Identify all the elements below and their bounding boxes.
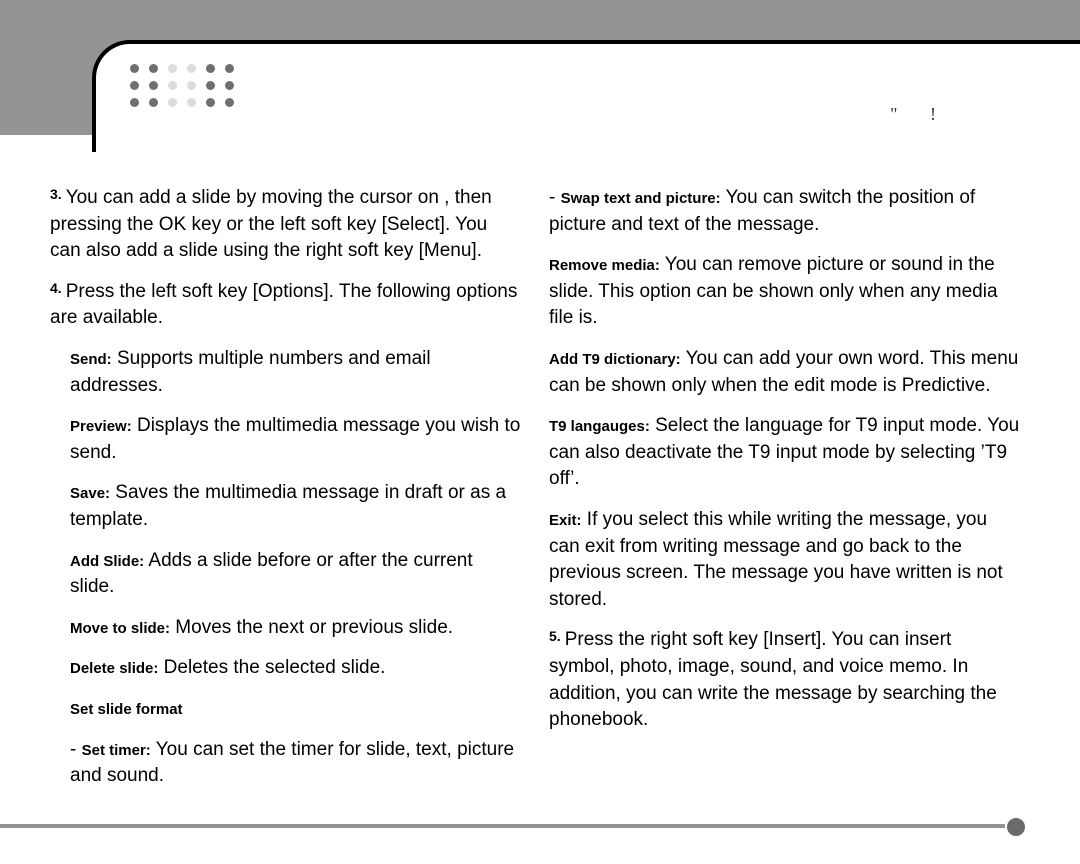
footer-rule bbox=[0, 824, 1005, 828]
opt-add-slide: Add Slide: Adds a slide before or after … bbox=[70, 548, 521, 601]
page-frame bbox=[92, 40, 1080, 152]
column-left: 3.You can add a slide by moving the curs… bbox=[50, 185, 521, 814]
column-right: - Swap text and picture: You can switch … bbox=[549, 185, 1020, 814]
opt-add-t9: Add T9 dictionary: You can add your own … bbox=[549, 346, 1020, 399]
step-5: 5.Press the right soft key [Insert]. You… bbox=[549, 627, 1020, 733]
header-mark: " ! bbox=[890, 104, 950, 125]
opt-delete-slide: Delete slide: Deletes the selected slide… bbox=[70, 655, 521, 682]
opt-save: Save: Saves the multimedia message in dr… bbox=[70, 480, 521, 533]
opt-t9-languages: T9 langauges: Select the language for T9… bbox=[549, 413, 1020, 493]
opt-set-timer: - Set timer: You can set the timer for s… bbox=[70, 737, 521, 790]
opt-preview: Preview: Displays the multimedia message… bbox=[70, 413, 521, 466]
content: 3.You can add a slide by moving the curs… bbox=[50, 185, 1020, 814]
opt-exit: Exit: If you select this while writing t… bbox=[549, 507, 1020, 613]
opt-send: Send: Supports multiple numbers and emai… bbox=[70, 346, 521, 399]
page: " ! 3.You can add a slide by moving the … bbox=[0, 0, 1080, 864]
opt-remove-media: Remove media: You can remove picture or … bbox=[549, 252, 1020, 332]
decorative-dot-grid bbox=[130, 64, 1080, 107]
step-4: 4.Press the left soft key [Options]. The… bbox=[50, 279, 521, 332]
opt-set-slide-format: Set slide format bbox=[70, 696, 521, 723]
opt-move-to-slide: Move to slide: Moves the next or previou… bbox=[70, 615, 521, 642]
step-3: 3.You can add a slide by moving the curs… bbox=[50, 185, 521, 265]
footer-dot-icon bbox=[1007, 818, 1025, 836]
opt-swap: - Swap text and picture: You can switch … bbox=[549, 185, 1020, 238]
